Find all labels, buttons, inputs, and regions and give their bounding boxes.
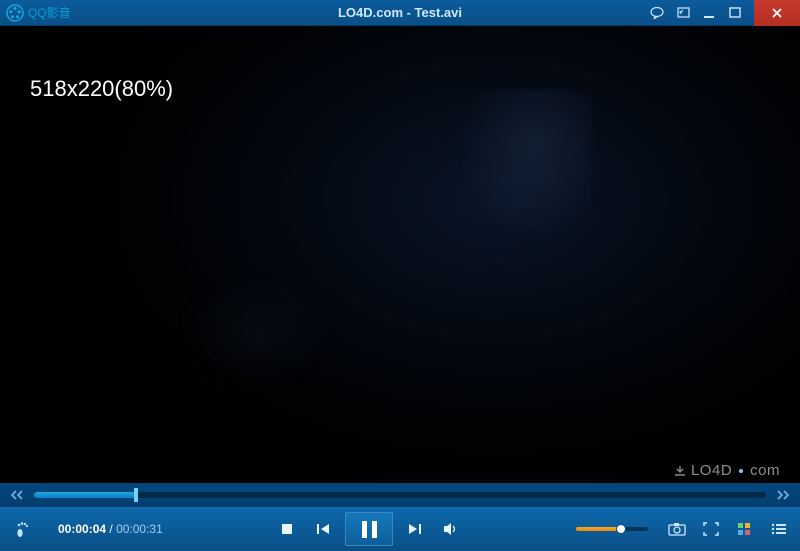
maximize-icon — [729, 7, 741, 18]
list-icon — [771, 523, 787, 535]
titlebar: QQ影音 LO4D.com - Test.avi — [0, 0, 800, 26]
volume-knob[interactable] — [616, 524, 626, 534]
double-chevron-left-icon — [10, 490, 24, 500]
footprint-button[interactable] — [10, 515, 38, 543]
seek-track[interactable] — [34, 492, 766, 498]
transport-controls — [273, 512, 465, 546]
watermark-text: com — [750, 462, 780, 479]
maximize-button[interactable] — [722, 0, 748, 26]
speech-bubble-icon — [650, 7, 664, 19]
video-frame-highlight — [176, 272, 336, 392]
seek-bar — [0, 483, 800, 507]
playlist-button[interactable] — [768, 518, 790, 540]
grid-icon — [737, 522, 753, 536]
extra-controls — [666, 518, 790, 540]
stop-icon — [280, 522, 294, 536]
play-pause-button[interactable] — [345, 512, 393, 546]
video-viewport[interactable]: 518x220(80%) LO4D com — [0, 26, 800, 483]
control-bar: 00:00:04 / 00:00:31 — [0, 507, 800, 551]
document-title: LO4D.com - Test.avi — [338, 5, 462, 20]
comment-button[interactable] — [644, 0, 670, 26]
mute-button[interactable] — [437, 515, 465, 543]
time-total: 00:00:31 — [116, 522, 163, 536]
close-icon — [771, 7, 783, 19]
camera-icon — [668, 522, 686, 536]
toolbox-button[interactable] — [734, 518, 756, 540]
app-window: QQ影音 LO4D.com - Test.avi — [0, 0, 800, 551]
double-chevron-right-icon — [776, 490, 790, 500]
seek-progress — [34, 492, 136, 498]
volume-fill — [576, 527, 621, 531]
resolution-overlay: 518x220(80%) — [30, 76, 173, 102]
volume-slider[interactable] — [576, 527, 648, 531]
resize-icon — [677, 7, 690, 18]
film-reel-icon — [6, 4, 24, 22]
volume-control — [576, 527, 648, 531]
time-display: 00:00:04 / 00:00:31 — [58, 522, 163, 536]
snapshot-button[interactable] — [666, 518, 688, 540]
time-elapsed: 00:00:04 — [58, 522, 106, 536]
next-button[interactable] — [401, 515, 429, 543]
watermark-text: LO4D — [691, 462, 732, 479]
minimize-icon — [703, 7, 715, 19]
video-frame-highlight — [452, 90, 592, 250]
footprint-icon — [15, 519, 33, 539]
download-icon — [673, 464, 687, 478]
forward-button[interactable] — [776, 490, 790, 500]
compact-mode-button[interactable] — [670, 0, 696, 26]
pause-icon — [362, 521, 377, 538]
close-button[interactable] — [754, 0, 800, 26]
time-separator: / — [106, 522, 116, 536]
volume-icon — [442, 521, 460, 537]
dot-icon — [739, 469, 743, 473]
fullscreen-icon — [703, 522, 719, 536]
window-controls — [644, 0, 800, 25]
minimize-button[interactable] — [696, 0, 722, 26]
skip-previous-icon — [315, 522, 331, 536]
app-name: QQ影音 — [28, 4, 71, 21]
app-logo[interactable]: QQ影音 — [6, 4, 71, 22]
seek-knob[interactable] — [134, 488, 138, 502]
previous-button[interactable] — [309, 515, 337, 543]
watermark: LO4D com — [673, 462, 780, 479]
rewind-button[interactable] — [10, 490, 24, 500]
skip-next-icon — [407, 522, 423, 536]
stop-button[interactable] — [273, 515, 301, 543]
fullscreen-button[interactable] — [700, 518, 722, 540]
